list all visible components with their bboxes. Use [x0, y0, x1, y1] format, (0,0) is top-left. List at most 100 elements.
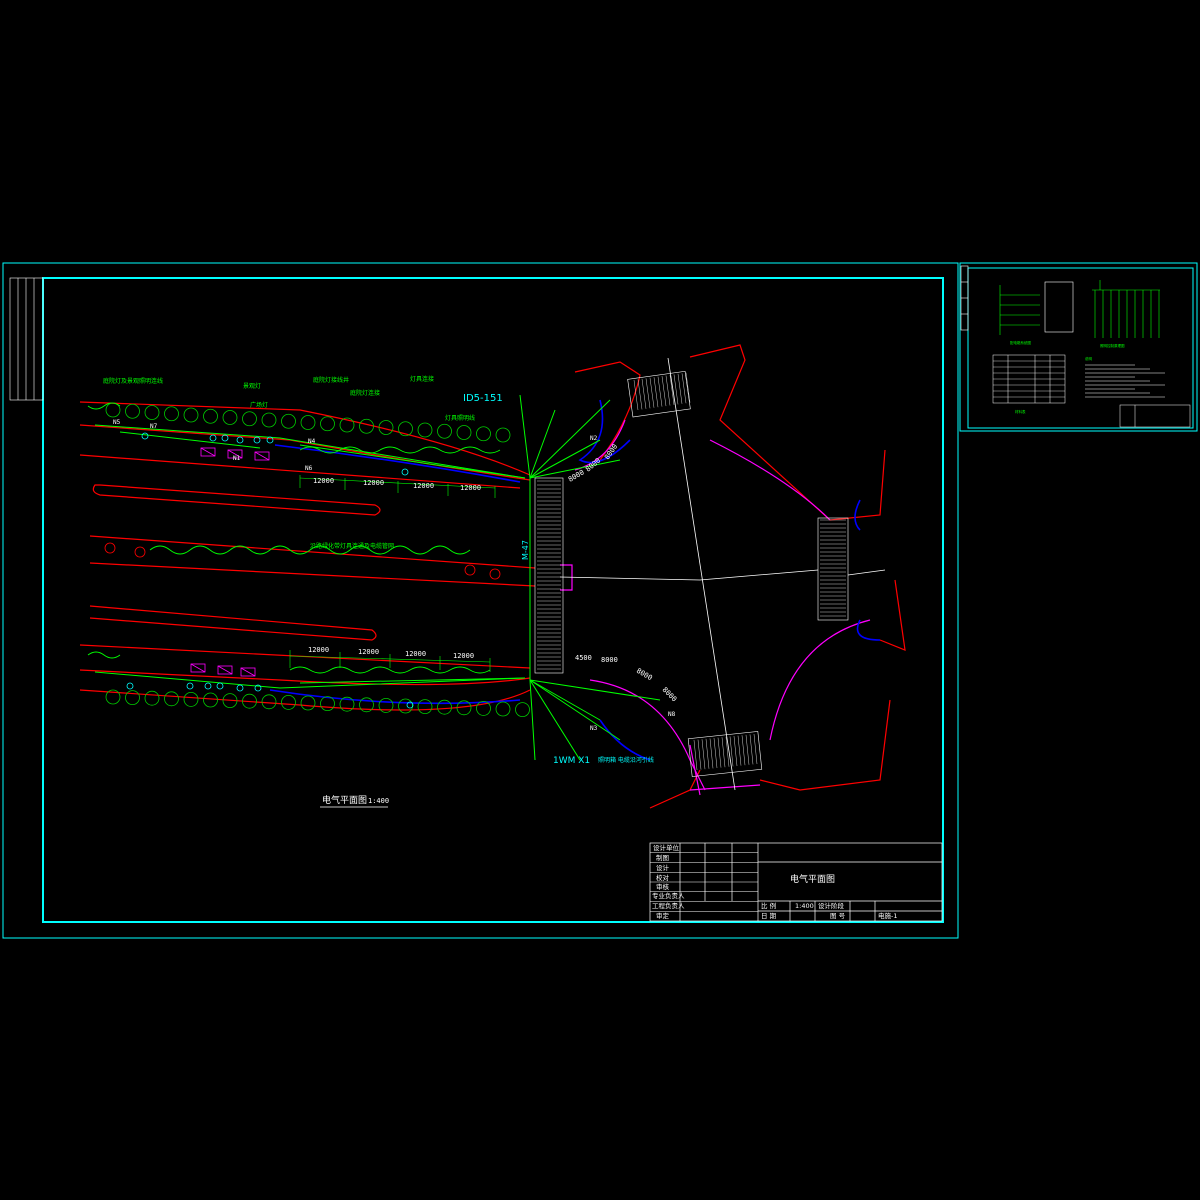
crosswalk-stripe — [737, 735, 742, 766]
tb-row-0: 设计单位 — [653, 843, 680, 852]
label-top-6: 灯具连接 — [410, 375, 434, 383]
tree-symbol — [417, 699, 433, 714]
cable-code-label: 1WM X1 — [553, 756, 590, 766]
vertical-code-label: M-47 — [521, 540, 530, 560]
tag-n4: N4 — [308, 438, 316, 445]
dim-bot-3: 12000 — [405, 650, 426, 658]
tree-symbol — [300, 695, 316, 711]
crosswalks — [534, 370, 849, 777]
crosswalk-stripe — [661, 376, 667, 407]
side-sheet-diagrams: 配电箱系统图 照明控制原理图 材料表 说明 — [992, 280, 1191, 428]
tree-symbol — [489, 568, 501, 580]
crosswalk-stripe — [713, 737, 718, 769]
tree-symbol — [104, 542, 116, 554]
crosswalk-stripe — [665, 375, 671, 406]
light-pole-symbol — [186, 682, 194, 690]
crosswalk-stripe — [653, 377, 659, 408]
dim-bot-4: 12000 — [453, 652, 474, 660]
fixture-box-diagonal — [254, 451, 270, 461]
tree-symbol — [495, 701, 511, 717]
tb-title: 电气平面图 — [790, 873, 835, 885]
light-pole-symbol — [401, 468, 409, 476]
plan-scale: 1:400 — [368, 797, 389, 805]
tree-symbol — [437, 423, 452, 439]
tb-sheet-value: 电施-1 — [878, 911, 897, 920]
tree-symbol — [476, 426, 491, 442]
tree-symbol — [144, 690, 160, 706]
dim-right-bot-4: 8000 — [661, 686, 679, 704]
crosswalk-stripe — [753, 733, 758, 765]
crosswalk-stripe — [649, 377, 655, 408]
label-top-3: 广场灯 — [250, 401, 268, 409]
tree-symbol — [281, 413, 296, 429]
crosswalk-stripe — [701, 739, 706, 770]
light-pole-symbol — [141, 432, 149, 440]
tag-n8: N8 — [668, 711, 676, 718]
crosswalk-stripe — [717, 737, 722, 768]
light-pole-symbol — [216, 682, 224, 690]
dim-right-bot-1: 4500 — [575, 654, 592, 662]
side-caption-4: 说明 — [1085, 356, 1093, 361]
light-pole-symbol — [266, 436, 274, 444]
crosswalk-stripe — [705, 738, 710, 769]
tree-symbol — [261, 694, 277, 710]
fixture-box-diagonal — [190, 663, 206, 673]
dim-top-1: 12000 — [313, 477, 334, 485]
crosswalk-stripe — [645, 378, 651, 409]
crosswalk-stripe — [733, 735, 738, 767]
tree-symbol — [203, 408, 218, 424]
tb-row-1: 制图 — [656, 853, 669, 862]
tag-n2: N2 — [590, 435, 598, 442]
side-caption-1: 配电箱系统图 — [1010, 340, 1031, 345]
crosswalk-stripe — [637, 379, 643, 410]
dim-top-2: 12000 — [363, 479, 384, 487]
tree-symbol — [515, 702, 530, 717]
fixture-callouts: ID5-151 1WM X1 照明箱 电缆沿河引线 M-47 — [463, 393, 654, 766]
tree-symbol — [281, 695, 296, 710]
tag-n6: N6 — [305, 465, 313, 472]
light-pole-symbol — [126, 682, 134, 690]
tree-symbol — [495, 427, 511, 443]
tree-symbol — [183, 407, 199, 423]
tree-symbol — [320, 416, 335, 432]
plan-title: 电气平面图 — [322, 794, 367, 806]
tb-scale-value: 1:400 — [795, 902, 814, 910]
tb-row-5: 专业负责人 — [652, 891, 685, 900]
tree-symbol — [164, 691, 179, 707]
tree-symbol — [125, 403, 140, 419]
fixture-box-diagonal — [240, 667, 256, 677]
crosswalk-stripe — [721, 737, 726, 768]
light-pole-symbol — [209, 434, 217, 442]
tree-symbol — [261, 412, 277, 428]
tb-sheet-label: 图 号 — [830, 912, 846, 920]
tag-n1: N1 — [233, 455, 241, 462]
crosswalk-stripe — [657, 376, 663, 407]
dim-top-3: 12000 — [413, 482, 434, 490]
tb-stage-label: 设计阶段 — [818, 901, 845, 910]
light-pole-symbol — [236, 684, 244, 692]
tb-date-label: 日 期 — [761, 912, 777, 920]
tb-row-2: 设计 — [656, 863, 670, 872]
tree-symbol — [242, 411, 257, 427]
dimension-text: 12000 12000 12000 12000 12000 12000 1200… — [308, 443, 678, 704]
label-top-1: 庭院灯及景观照明连线 — [103, 377, 163, 385]
crosswalk-stripe — [697, 739, 702, 770]
side-caption-3: 材料表 — [1015, 409, 1026, 414]
tree-symbol — [203, 692, 218, 708]
cable-note-label: 照明箱 电缆沿河引线 — [598, 756, 654, 764]
tree-symbol — [183, 692, 199, 707]
dim-right-top-2: 8000 — [584, 457, 602, 474]
fixture-code-label: ID5-151 — [463, 393, 503, 404]
crosswalk-stripe — [681, 373, 687, 404]
tree-symbol — [456, 425, 472, 440]
tree-symbol — [464, 564, 476, 576]
label-top-4: 庭院灯接线井 — [313, 376, 349, 384]
tree-symbol — [300, 415, 316, 430]
cad-drawing-canvas: 庭院灯及景观照明连线 景观灯 广场灯 庭院灯接线井 庭院灯连接 灯具连接 灯具照… — [2, 262, 1198, 939]
fixture-markers — [126, 432, 414, 709]
tb-row-6: 工程负责人 — [652, 901, 685, 910]
label-top-2: 景观灯 — [243, 382, 261, 390]
tb-row-7: 审定 — [656, 911, 670, 920]
dim-right-bot-3: 8000 — [635, 667, 654, 682]
dim-bot-2: 12000 — [358, 648, 379, 656]
